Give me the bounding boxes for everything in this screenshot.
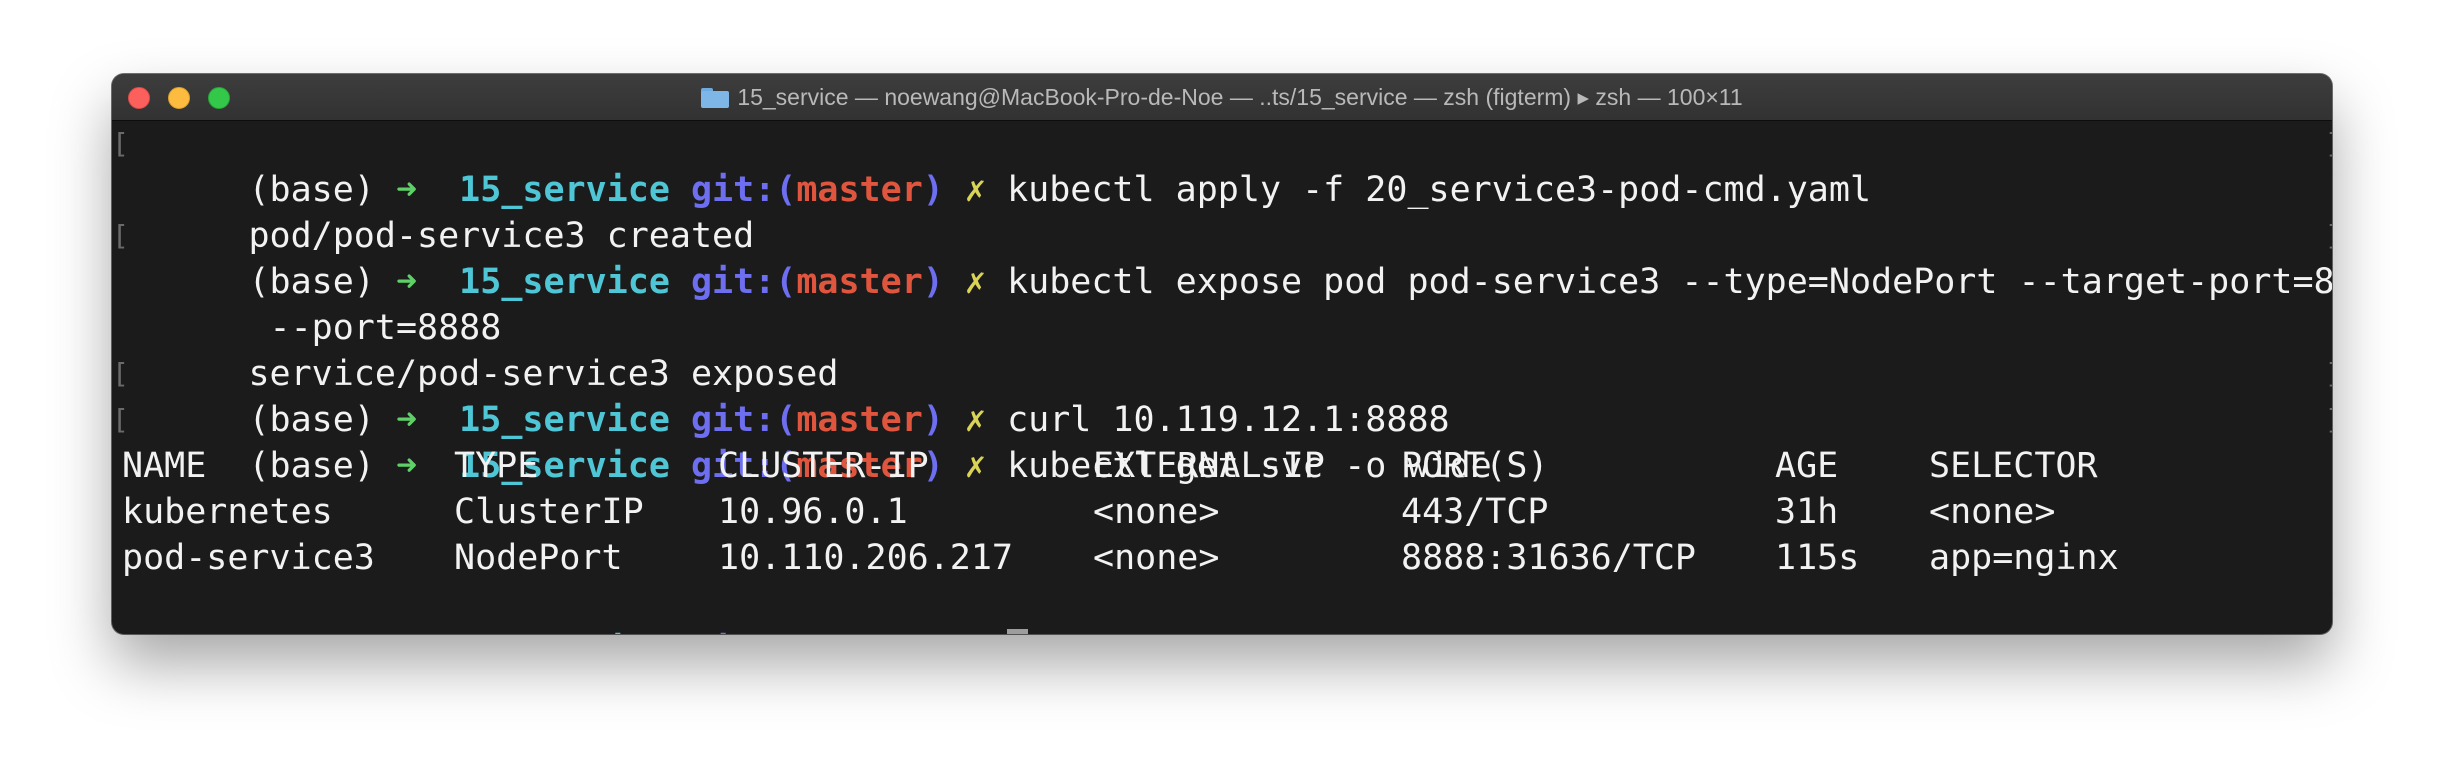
table-header: SELECTOR <box>1929 446 2098 486</box>
prompt-git-close: ) <box>922 170 944 210</box>
table-cell: <none> <box>1093 538 1220 578</box>
table-header-row: NAME TYPE CLUSTER-IP EXTERNAL-IP PORT(S)… <box>122 443 2302 489</box>
table-cell: 115s <box>1775 538 1860 578</box>
terminal-cursor[interactable] <box>1007 629 1029 634</box>
prompt-branch: master <box>796 170 923 210</box>
table-row: kubernetes ClusterIP 10.96.0.1 <none> 44… <box>122 489 2302 535</box>
window-title-text: 15_service — noewang@MacBook-Pro-de-Noe … <box>737 84 1743 110</box>
title-bar[interactable]: 15_service — noewang@MacBook-Pro-de-Noe … <box>112 74 2332 121</box>
table-cell: 8888:31636/TCP <box>1401 538 1697 578</box>
table-cell: 443/TCP <box>1401 492 1549 532</box>
table-header: CLUSTER-IP <box>718 446 929 486</box>
table-cell: 10.96.0.1 <box>718 492 908 532</box>
table-header: EXTERNAL-IP <box>1093 446 1325 486</box>
mark-right: ] <box>2325 397 2332 443</box>
active-prompt-line[interactable]: (base) ➜ 15_service git:(master) ✗ <box>122 581 1029 634</box>
command-text: kubectl apply -f 20_service3-pod-cmd.yam… <box>1007 170 1872 210</box>
prompt-git-open: git:( <box>669 262 797 302</box>
prompt-env: (base) <box>248 630 396 634</box>
mark-right: ] <box>2325 121 2332 167</box>
prompt-line-4: [(base) ➜ 15_service git:(master) ✗ kube… <box>112 397 2332 486</box>
table-cell: 31h <box>1775 492 1839 532</box>
table-header: AGE <box>1775 446 1839 486</box>
command-continuation: --port=8888 <box>122 259 502 348</box>
prompt-line-1: [(base) ➜ 15_service git:(master) ✗ kube… <box>112 121 2332 210</box>
table-header: PORT(S) <box>1401 446 1549 486</box>
table-header: NAME <box>122 446 207 486</box>
prompt-branch: master <box>796 630 922 634</box>
mark-left: [ <box>112 357 129 390</box>
prompt-directory: 15_service <box>438 630 670 634</box>
prompt-dirty-marker: ✗ <box>944 630 1007 634</box>
prompt-line-2: [(base) ➜ 15_service git:(master) ✗ kube… <box>112 213 2332 302</box>
mark-right: ] <box>2325 213 2332 259</box>
prompt-dirty-marker: ✗ <box>943 262 1008 302</box>
prompt-dirty-marker: ✗ <box>943 170 1008 210</box>
output-line-1: pod/pod-service3 created <box>122 167 754 256</box>
terminal-window: 15_service — noewang@MacBook-Pro-de-Noe … <box>112 74 2332 634</box>
command-text: kubectl expose pod pod-service3 --type=N… <box>1007 262 2332 302</box>
prompt-git-close: ) <box>922 262 944 302</box>
prompt-line-3: [(base) ➜ 15_service git:(master) ✗ curl… <box>112 351 2332 440</box>
table-cell: pod-service3 <box>122 538 375 578</box>
prompt-branch: master <box>796 262 923 302</box>
window-title: 15_service — noewang@MacBook-Pro-de-Noe … <box>112 74 2332 120</box>
table-cell: kubernetes <box>122 492 333 532</box>
table-cell: app=nginx <box>1929 538 2119 578</box>
table-cell: <none> <box>1929 492 2056 532</box>
mark-left: [ <box>112 403 129 436</box>
prompt-git-open: git:( <box>670 630 796 634</box>
table-cell: 10.110.206.217 <box>718 538 1014 578</box>
prompt-arrow: ➜ <box>396 630 438 634</box>
table-cell: NodePort <box>454 538 623 578</box>
table-cell: <none> <box>1093 492 1220 532</box>
table-cell: ClusterIP <box>454 492 644 532</box>
output-line-2: service/pod-service3 exposed <box>122 305 838 394</box>
folder-icon <box>701 88 730 108</box>
mark-left: [ <box>112 127 129 160</box>
mark-right: ] <box>2325 351 2332 397</box>
mark-left: [ <box>112 219 129 252</box>
terminal-content[interactable]: [(base) ➜ 15_service git:(master) ✗ kube… <box>112 121 2332 634</box>
prompt-git-close: ) <box>923 630 944 634</box>
table-header: TYPE <box>454 446 539 486</box>
table-row: pod-service3 NodePort 10.110.206.217 <no… <box>122 535 2302 581</box>
